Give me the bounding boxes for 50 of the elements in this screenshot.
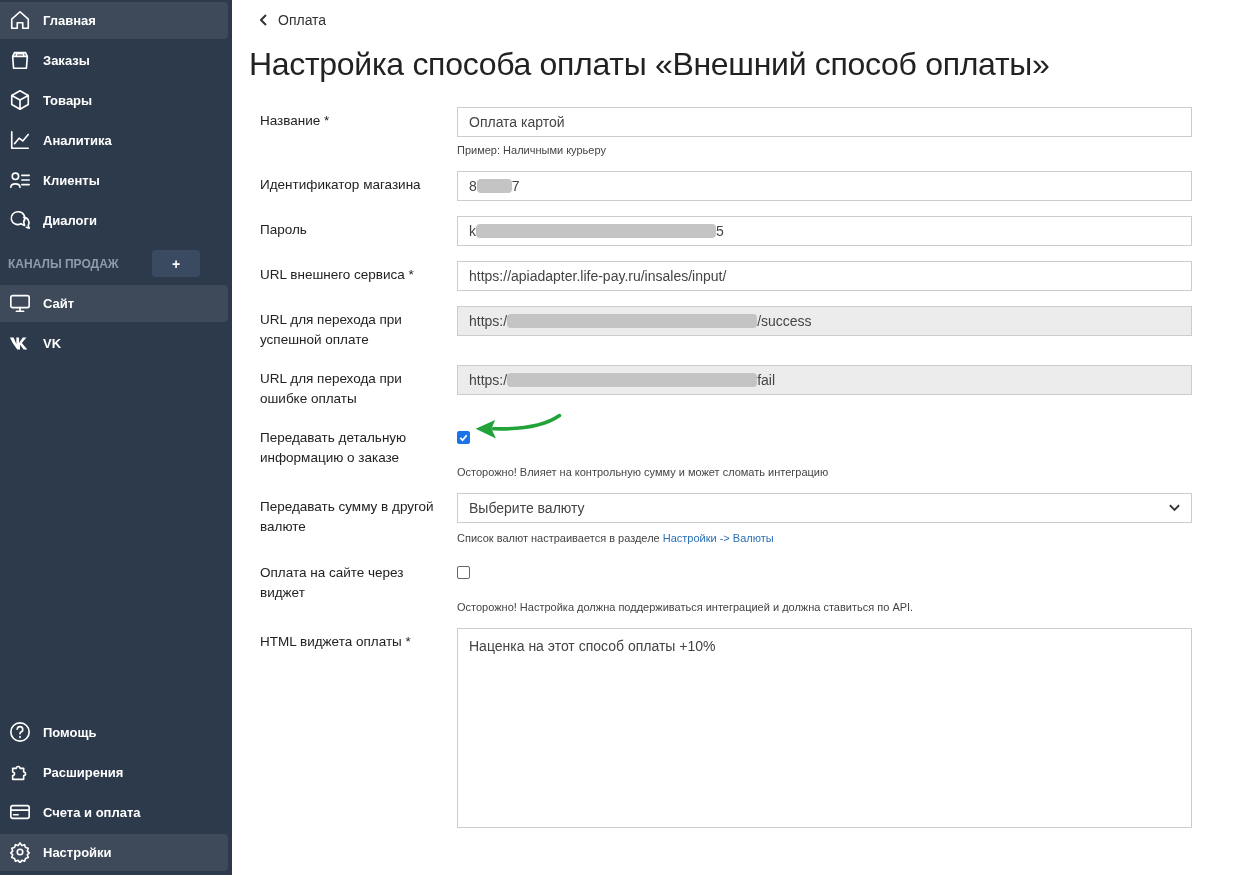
hint-text: Осторожно! Настройка должна поддерживаться интеграцией и должна ставиться по API.	[457, 601, 915, 613]
hint-text: Список валют настраивается в разделе Настройки -> Валюты	[457, 532, 775, 544]
input-field[interactable]: https://apiadapter.life-pay.ru/insales/input/	[457, 261, 1192, 291]
sidebar-item[interactable]: Сайт	[0, 284, 228, 322]
caret-icon	[1169, 504, 1180, 512]
field-label: Передавать сумму в другой валюте	[260, 499, 434, 534]
settings-icon	[9, 841, 31, 863]
sidebar-item[interactable]: Заказы	[0, 41, 228, 79]
field-label: Название *	[260, 113, 330, 128]
sidebar-item[interactable]: Расширения	[0, 753, 228, 791]
hint-text: Осторожно! Влияет на контрольную сумму и может сломать интеграцию	[457, 466, 830, 478]
field-label: Идентификатор магазина	[260, 177, 421, 192]
section-heading: КАНАЛЫ ПРОДАЖ	[8, 256, 119, 271]
sidebar-item[interactable]: Счета и оплата	[0, 793, 228, 831]
field-label: URL для перехода при успешной оплате	[260, 312, 402, 347]
page-title: Настройка способа оплаты «Внешний способ оплаты»	[249, 46, 1051, 83]
chevron-left-icon	[260, 14, 268, 26]
home-icon	[9, 9, 31, 31]
back-link[interactable]: Оплата	[260, 12, 327, 28]
help-icon	[9, 721, 31, 743]
bag-icon	[9, 49, 31, 71]
hint-text: Пример: Наличными курьеру	[457, 144, 607, 156]
field-label: Оплата на сайте через виджет	[260, 565, 404, 600]
checkbox[interactable]	[457, 430, 470, 444]
add-button[interactable]: +	[152, 250, 200, 277]
checkbox[interactable]	[457, 565, 470, 579]
sidebar-item[interactable]: VK	[0, 324, 228, 362]
sidebar-item[interactable]: Диалоги	[0, 201, 228, 239]
monitor-icon	[9, 292, 31, 314]
sidebar-item[interactable]: Главная	[0, 1, 228, 39]
field-label: HTML виджета оплаты *	[260, 634, 411, 649]
box-icon	[9, 89, 31, 111]
sidebar-item[interactable]: Настройки	[0, 833, 228, 871]
input-field[interactable]: Оплата картой	[457, 107, 1192, 137]
field-label: Пароль	[260, 222, 307, 237]
field-label: Передавать детальную информацию о заказе	[260, 430, 407, 465]
currency-dropdown[interactable]: Выберите валюту	[457, 493, 1192, 523]
chat-icon	[9, 209, 31, 231]
field-label: URL внешнего сервиса *	[260, 267, 414, 282]
html-text-area[interactable]: Наценка на этот способ оплаты +10%	[457, 628, 1192, 828]
sidebar-item[interactable]: Аналитика	[0, 121, 228, 159]
sidebar-item[interactable]: Клиенты	[0, 161, 228, 199]
input-field[interactable]: 8 7	[457, 171, 1192, 201]
input-field[interactable]: k 5	[457, 216, 1192, 246]
settings-link[interactable]: Настройки -> Валюты	[662, 532, 774, 544]
sidebar-item[interactable]: Помощь	[0, 713, 228, 751]
clients-icon	[9, 169, 31, 191]
chart-icon	[9, 129, 31, 151]
field-label: URL для перехода при ошибке оплаты	[260, 371, 402, 406]
sidebar-item[interactable]: Товары	[0, 81, 228, 119]
